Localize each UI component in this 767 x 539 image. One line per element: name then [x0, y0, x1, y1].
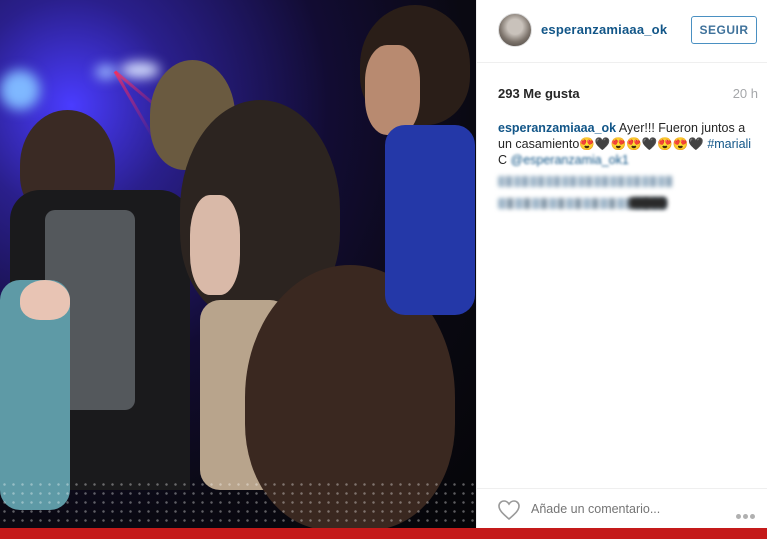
likes-count[interactable]: 293 Me gusta [498, 86, 580, 101]
username-link[interactable]: esperanzamiaaa_ok [541, 22, 667, 37]
follow-button[interactable]: SEGUIR [691, 16, 757, 44]
caption-mention[interactable]: @esperanzamia_ok1 [511, 153, 629, 167]
blurred-emoji [629, 197, 667, 209]
caption-emojis: 😍🖤😍😍🖤😍😍🖤 [579, 137, 704, 151]
post-footer [477, 488, 767, 529]
heart-icon[interactable] [497, 499, 521, 521]
caption-prefix: C [498, 153, 511, 167]
post-sidebar: esperanzamiaaa_ok SEGUIR 293 Me gusta 20… [476, 0, 767, 528]
post-caption: esperanzamiaaa_ok Ayer!!! Fueron juntos … [498, 120, 758, 168]
person-dress [385, 125, 475, 315]
person-hand [20, 280, 70, 320]
person-face [365, 45, 420, 135]
dot-pattern [0, 480, 476, 528]
caption-username[interactable]: esperanzamiaaa_ok [498, 121, 616, 135]
more-options-icon[interactable] [736, 506, 758, 519]
post-header: esperanzamiaaa_ok SEGUIR [477, 0, 767, 63]
stage-light [0, 70, 40, 110]
stage-light [120, 62, 160, 78]
avatar[interactable] [498, 13, 532, 47]
bottom-bar [0, 528, 767, 539]
post-photo [0, 0, 476, 528]
post-timestamp[interactable]: 20 h [733, 86, 758, 101]
blurred-comment [498, 176, 673, 187]
comment-input[interactable] [531, 502, 691, 516]
person-face [190, 195, 240, 295]
caption-hashtag[interactable]: #mariali [707, 137, 751, 151]
